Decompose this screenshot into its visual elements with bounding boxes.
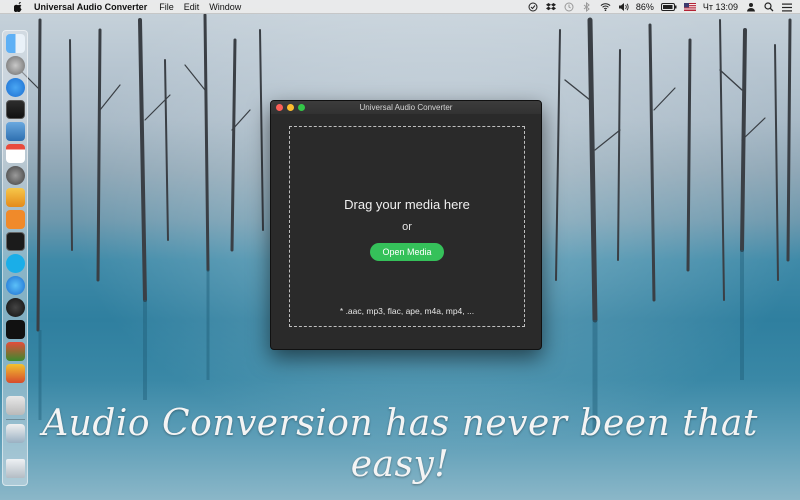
edit-menu[interactable]: Edit [184,2,200,12]
app-menu[interactable]: Universal Audio Converter [34,2,147,12]
file-menu[interactable]: File [159,2,174,12]
window-controls [276,104,305,111]
clock[interactable]: Чт 13:09 [703,2,738,12]
app-store-icon[interactable] [6,78,25,97]
dropbox-icon[interactable] [546,2,557,13]
drop-title: Drag your media here [344,197,470,212]
finder-icon[interactable] [6,34,25,53]
checkmark-circle-icon[interactable] [528,2,539,13]
drop-zone[interactable]: Drag your media here or Open Media * .aa… [289,126,525,327]
close-button[interactable] [276,104,283,111]
app-icon[interactable] [6,364,25,383]
menu-bar: Universal Audio Converter File Edit Wind… [0,0,800,14]
minimize-button[interactable] [287,104,294,111]
bbc-icon[interactable] [6,320,25,339]
safari-icon[interactable] [6,276,25,295]
preview-icon[interactable] [6,122,25,141]
promo-tagline: Audio Conversion has never been that eas… [42,403,758,485]
us-flag-icon[interactable] [683,2,696,13]
app-icon[interactable] [6,342,25,361]
window-menu[interactable]: Window [209,2,241,12]
mission-control-icon[interactable] [6,100,25,119]
maximize-button[interactable] [298,104,305,111]
title-bar[interactable]: Universal Audio Converter [271,101,541,114]
or-label: or [402,221,412,233]
battery-icon[interactable] [660,2,677,13]
notification-center-icon[interactable] [781,2,792,13]
supported-formats: * .aac, mp3, flac, ape, m4a, mp4, ... [339,306,475,316]
launchpad-icon[interactable] [6,56,25,75]
system-preferences-icon[interactable] [6,166,25,185]
time-machine-icon[interactable] [564,2,575,13]
terminal-icon[interactable] [6,232,25,251]
skype-icon[interactable] [6,254,25,273]
user-icon[interactable] [745,2,756,13]
itunes-icon[interactable] [6,298,25,317]
volume-icon[interactable] [618,2,629,13]
status-area: 86% Чт 13:09 [528,0,792,14]
apple-icon[interactable] [12,1,24,13]
bluetooth-icon[interactable] [582,2,593,13]
ibooks-store-icon[interactable] [6,210,25,229]
open-media-button[interactable]: Open Media [370,243,444,261]
window-title: Universal Audio Converter [359,103,453,112]
wifi-icon[interactable] [600,2,611,13]
ibooks-icon[interactable] [6,188,25,207]
battery-percent[interactable]: 86% [636,2,654,12]
spotlight-icon[interactable] [763,2,774,13]
app-window: Universal Audio Converter Drag your medi… [270,100,542,350]
calendar-icon[interactable] [6,144,25,163]
